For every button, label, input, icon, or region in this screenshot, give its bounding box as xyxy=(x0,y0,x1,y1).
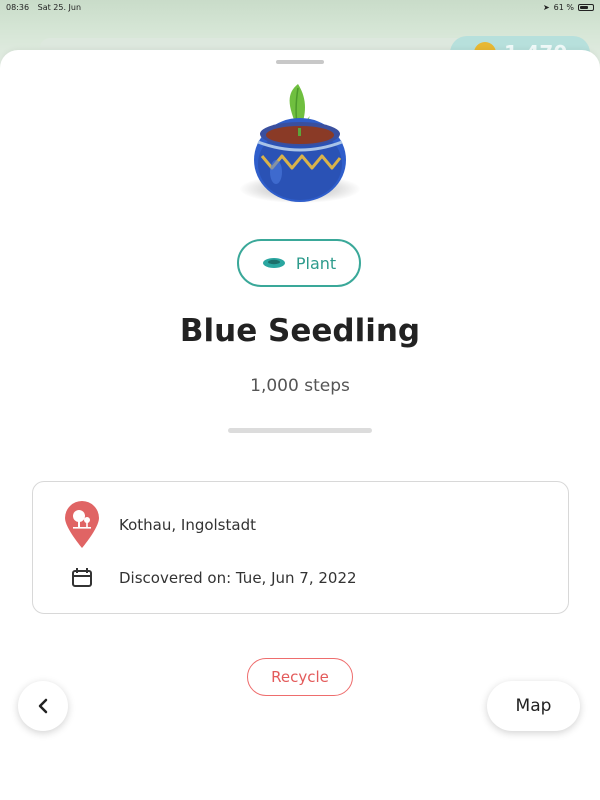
status-time: 08:36 xyxy=(6,2,30,12)
status-bar: 08:36 Sat 25. Jun ➤ 61 % xyxy=(0,0,600,14)
discovered-row: Discovered on: Tue, Jun 7, 2022 xyxy=(33,563,568,593)
info-card: Kothau, Ingolstadt Discovered on: Tue, J… xyxy=(32,481,569,614)
blue-seedling-illustration xyxy=(254,84,346,202)
location-text: Kothau, Ingolstadt xyxy=(119,516,256,534)
location-arrow-icon: ➤ xyxy=(542,2,550,12)
calendar-icon xyxy=(72,568,92,587)
item-title: Blue Seedling xyxy=(179,313,421,349)
map-pin-tree-icon xyxy=(65,501,99,548)
chevron-left-icon xyxy=(38,698,48,714)
map-button[interactable]: Map xyxy=(487,681,580,731)
status-date: Sat 25. Jun xyxy=(37,2,82,12)
steps-progress-bar xyxy=(228,428,372,433)
battery-icon xyxy=(578,3,594,11)
pot-icon xyxy=(262,258,285,268)
category-label: Plant xyxy=(295,253,337,273)
recycle-button[interactable]: Recycle xyxy=(247,658,353,696)
discovered-text: Discovered on: Tue, Jun 7, 2022 xyxy=(119,569,357,587)
item-steps: 1,000 steps xyxy=(250,376,350,396)
status-left: 08:36 Sat 25. Jun xyxy=(6,3,87,12)
status-right: ➤ 61 % xyxy=(543,3,594,12)
location-row: Kothau, Ingolstadt xyxy=(33,501,568,548)
back-button[interactable] xyxy=(18,681,68,731)
category-pill[interactable]: Plant xyxy=(237,239,361,287)
battery-percent: 61 % xyxy=(553,2,574,12)
